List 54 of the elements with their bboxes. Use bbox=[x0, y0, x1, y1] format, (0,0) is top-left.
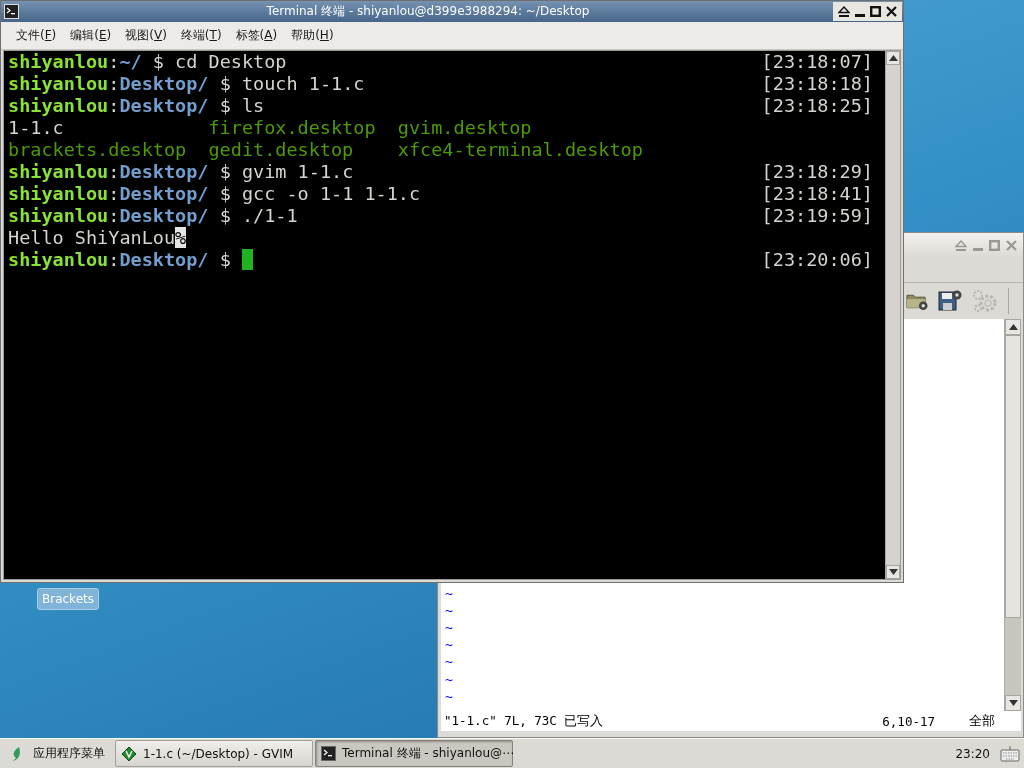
timestamp: [23:18:29] bbox=[761, 161, 873, 183]
file-name: 1-1.c bbox=[8, 117, 65, 139]
prompt-line: shiyanlou:Desktop/ $ gvim 1-1.c bbox=[8, 161, 354, 183]
window-title: Terminal 终端 - shiyanlou@d399e3988294: ~/Desktop bbox=[265, 3, 591, 20]
file-name: brackets.desktop bbox=[8, 139, 188, 161]
menu-item[interactable]: 帮助(H) bbox=[284, 24, 341, 47]
terminal-icon bbox=[321, 746, 336, 761]
up-arrow-icon[interactable] bbox=[1008, 324, 1018, 330]
terminal-icon bbox=[4, 4, 19, 19]
applications-menu[interactable]: 应用程序菜单 bbox=[0, 740, 113, 767]
menu-item[interactable]: 标签(A) bbox=[228, 24, 285, 47]
timestamp: [23:19:59] bbox=[761, 205, 873, 227]
scroll-position: 全部 bbox=[969, 712, 995, 730]
floppy-gear-icon[interactable] bbox=[938, 290, 962, 312]
timestamp: [23:18:25] bbox=[761, 95, 873, 117]
empty-line-marker: ~ bbox=[445, 601, 454, 620]
taskbar-button[interactable]: 1-1.c (~/Desktop) - GVIM bbox=[115, 740, 313, 767]
timestamp: [23:18:18] bbox=[761, 73, 873, 95]
scrollbar[interactable] bbox=[885, 51, 900, 579]
menu-item[interactable]: 视图(V) bbox=[118, 24, 174, 47]
prompt-line: shiyanlou:Desktop/ $ touch 1-1.c bbox=[8, 73, 365, 95]
timestamp: [23:18:41] bbox=[761, 183, 873, 205]
prompt-line: shiyanlou:Desktop/ $ ./1-1 bbox=[8, 205, 298, 227]
prompt-line: shiyanlou:~/ $ cd Desktop bbox=[8, 51, 287, 73]
file-name: xfce4-terminal.desktop bbox=[397, 139, 644, 161]
prompt-line: shiyanlou:Desktop/ $ bbox=[8, 249, 253, 271]
down-arrow-icon[interactable] bbox=[888, 569, 898, 575]
menu-item[interactable]: 终端(T) bbox=[173, 24, 229, 47]
status-message: "1-1.c" 7L, 73C 已写入 bbox=[444, 712, 605, 730]
file-name: firefox.desktop bbox=[208, 117, 377, 139]
menu-item[interactable]: 编辑(E) bbox=[63, 24, 119, 47]
prompt-line: shiyanlou:Desktop/ $ ls bbox=[8, 95, 265, 117]
up-arrow-icon[interactable] bbox=[888, 55, 898, 61]
empty-line-marker: ~ bbox=[445, 653, 454, 671]
empty-line-marker: ~ bbox=[445, 670, 454, 688]
empty-line-marker: ~ bbox=[445, 636, 454, 654]
timestamp: [23:18:07] bbox=[761, 51, 873, 73]
diamond-icon bbox=[121, 745, 137, 762]
maximize-button[interactable] bbox=[870, 6, 881, 17]
file-name: gvim.desktop bbox=[397, 117, 533, 139]
cursor-position: 6,10-17 bbox=[882, 713, 935, 729]
empty-line-marker: ~ bbox=[445, 584, 454, 602]
taskbar-button[interactable]: Terminal 终端 - shiyanlou@⋯ bbox=[315, 740, 513, 767]
empty-line-marker: ~ bbox=[445, 619, 454, 637]
empty-line-marker: ~ bbox=[445, 687, 454, 705]
down-arrow-icon[interactable] bbox=[1008, 700, 1018, 706]
timestamp: [23:20:06] bbox=[761, 249, 873, 271]
scrollbar[interactable] bbox=[1004, 319, 1021, 711]
file-name: gedit.desktop bbox=[208, 139, 355, 161]
menu-item[interactable]: 文件(F) bbox=[9, 24, 64, 47]
prompt-line: shiyanlou:Desktop/ $ gcc -o 1-1 1-1.c bbox=[8, 183, 421, 205]
close-button[interactable] bbox=[886, 6, 897, 17]
clock[interactable]: 23:20 bbox=[955, 746, 990, 761]
roll-up-button[interactable] bbox=[838, 6, 850, 17]
